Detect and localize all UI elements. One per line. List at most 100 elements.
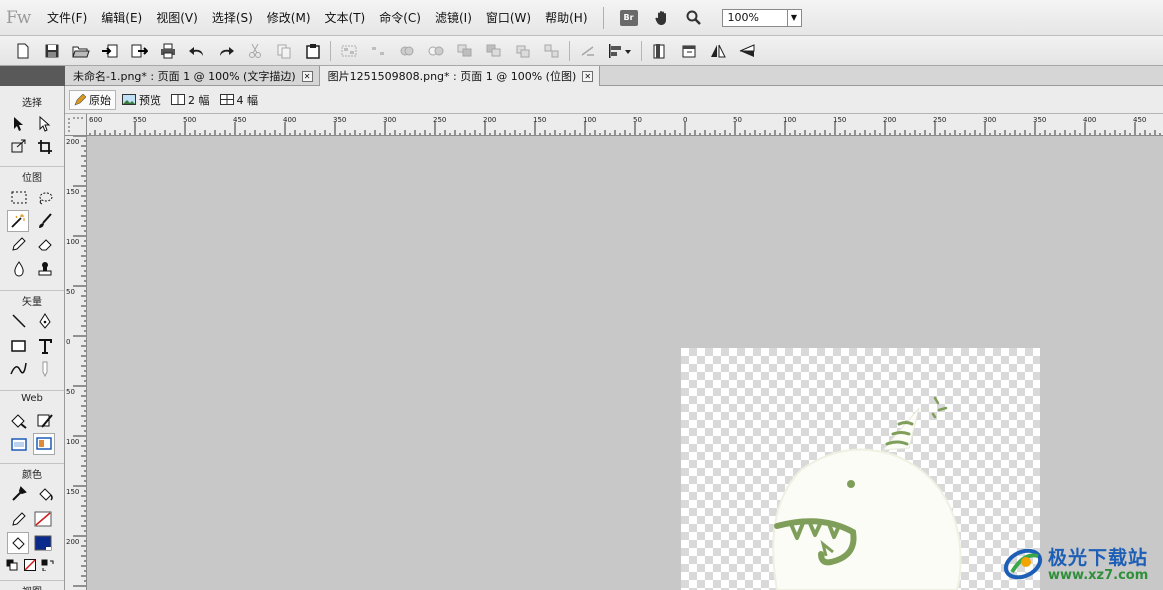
export-icon[interactable]: [124, 39, 153, 63]
toolbar-separator: [330, 40, 331, 61]
ruler-label: 350: [333, 116, 347, 124]
hide-slices-icon[interactable]: [8, 434, 30, 456]
tools-section-web: Web: [0, 390, 64, 404]
close-icon[interactable]: ✕: [301, 70, 313, 82]
menu-window[interactable]: 窗口(W): [479, 9, 538, 26]
undo-icon[interactable]: [182, 39, 211, 63]
eyedropper-tool-icon[interactable]: [8, 483, 30, 505]
ungroup-icon[interactable]: [363, 39, 392, 63]
ruler-ticks: [84, 122, 1161, 135]
line-tool-icon[interactable]: [8, 310, 30, 332]
marquee-tool-icon[interactable]: [8, 187, 30, 209]
align-icon[interactable]: [602, 39, 638, 63]
print-icon[interactable]: [153, 39, 182, 63]
split-icon[interactable]: [421, 39, 450, 63]
save-icon[interactable]: [37, 39, 66, 63]
send-backward-icon[interactable]: [508, 39, 537, 63]
zoom-value: 100%: [727, 11, 759, 24]
import-icon[interactable]: [95, 39, 124, 63]
blur-tool-icon[interactable]: [8, 258, 30, 280]
hotspot-tool-icon[interactable]: [8, 410, 30, 432]
freeform-tool-icon[interactable]: [8, 358, 30, 380]
join-icon[interactable]: [392, 39, 421, 63]
subselect-tool-icon[interactable]: [34, 113, 56, 135]
menu-help[interactable]: 帮助(H): [538, 9, 594, 26]
ruler-label: 150: [66, 488, 80, 496]
swap-colors-icon[interactable]: [40, 554, 56, 576]
rotate-icon[interactable]: [573, 39, 602, 63]
ruler-label: 50: [633, 116, 642, 124]
rectangle-tool-icon[interactable]: [8, 335, 30, 357]
fill-color-swatch[interactable]: [32, 532, 54, 554]
bring-front-icon[interactable]: [450, 39, 479, 63]
magic-wand-tool-icon[interactable]: [7, 210, 29, 232]
zoom-icon[interactable]: [684, 8, 704, 28]
lasso-tool-icon[interactable]: [34, 187, 56, 209]
no-color-icon[interactable]: [22, 554, 38, 576]
paste-icon[interactable]: [298, 39, 327, 63]
menu-commands[interactable]: 命令(C): [372, 9, 428, 26]
pen-tool-icon[interactable]: [34, 310, 56, 332]
new-icon[interactable]: [8, 39, 37, 63]
bridge-button[interactable]: Br: [619, 9, 638, 26]
view-original-label: 原始: [89, 93, 111, 107]
preview-icon[interactable]: [674, 39, 703, 63]
bring-forward-icon[interactable]: [479, 39, 508, 63]
menu-text[interactable]: 文本(T): [318, 9, 373, 26]
ruler-label: 100: [783, 116, 797, 124]
redo-icon[interactable]: [211, 39, 240, 63]
scale-tool-icon[interactable]: [8, 136, 30, 158]
hand-icon[interactable]: [652, 8, 672, 28]
menu-filters[interactable]: 滤镜(I): [428, 9, 479, 26]
group-icon[interactable]: [334, 39, 363, 63]
view-preview-button[interactable]: 预览: [118, 90, 165, 110]
flip-horizontal-icon[interactable]: [703, 39, 732, 63]
view-2up-label: 2 幅: [188, 93, 210, 107]
menu-view[interactable]: 视图(V): [149, 9, 205, 26]
fill-color-icon[interactable]: [7, 532, 29, 554]
menu-select[interactable]: 选择(S): [205, 9, 260, 26]
watermark: 极光下载站 www.xz7.com: [1002, 538, 1162, 588]
document-image[interactable]: [681, 348, 1040, 590]
paint-bucket-tool-icon[interactable]: [34, 483, 56, 505]
tools-panel: 选择 位图 矢量 Web 颜色 视图: [0, 86, 65, 590]
menu-edit[interactable]: 编辑(E): [94, 9, 149, 26]
menu-bar: Fw 文件(F) 编辑(E) 视图(V) 选择(S) 修改(M) 文本(T) 命…: [0, 0, 1163, 36]
zoom-select[interactable]: 100% ▼: [721, 8, 802, 27]
stroke-color-swatch[interactable]: [32, 508, 54, 530]
close-icon[interactable]: ✕: [582, 70, 594, 82]
show-slices-icon[interactable]: [33, 433, 55, 455]
rubber-stamp-tool-icon[interactable]: [34, 258, 56, 280]
ruler-origin[interactable]: [65, 114, 87, 136]
knife-tool-icon[interactable]: [34, 358, 56, 380]
pointer-tool-icon[interactable]: [8, 113, 30, 135]
tab-document-2[interactable]: 图片1251509808.png* : 页面 1 @ 100% (位图) ✕: [319, 66, 601, 86]
default-colors-icon[interactable]: [4, 554, 20, 576]
app-logo: Fw: [6, 7, 31, 28]
stroke-color-icon[interactable]: [8, 508, 30, 530]
copy-icon[interactable]: [269, 39, 298, 63]
eraser-tool-icon[interactable]: [34, 233, 56, 255]
menu-file[interactable]: 文件(F): [40, 9, 94, 26]
vertical-ruler: 200 150 100 50 0 50 100 150 200: [65, 136, 87, 590]
chevron-down-icon[interactable]: ▼: [786, 9, 801, 26]
export-wizard-icon[interactable]: [645, 39, 674, 63]
text-tool-icon[interactable]: [34, 335, 56, 357]
menu-separator: [602, 6, 604, 29]
view-2up-button[interactable]: 2 幅: [167, 90, 214, 110]
view-original-button[interactable]: 原始: [69, 89, 116, 110]
tab-label: 未命名-1.png* : 页面 1 @ 100% (文字描边): [73, 70, 296, 83]
tab-document-1[interactable]: 未命名-1.png* : 页面 1 @ 100% (文字描边) ✕: [65, 66, 320, 86]
send-back-icon[interactable]: [537, 39, 566, 63]
crop-tool-icon[interactable]: [34, 136, 56, 158]
cut-icon[interactable]: [240, 39, 269, 63]
brush-tool-icon[interactable]: [34, 210, 56, 232]
ruler-label: 0: [66, 338, 71, 346]
open-icon[interactable]: [66, 39, 95, 63]
menu-modify[interactable]: 修改(M): [260, 9, 318, 26]
flip-vertical-icon[interactable]: [732, 39, 761, 63]
view-4up-button[interactable]: 4 幅: [216, 90, 263, 110]
pencil-tool-icon[interactable]: [8, 233, 30, 255]
slice-tool-icon[interactable]: [34, 410, 56, 432]
canvas-area[interactable]: [87, 136, 1163, 590]
